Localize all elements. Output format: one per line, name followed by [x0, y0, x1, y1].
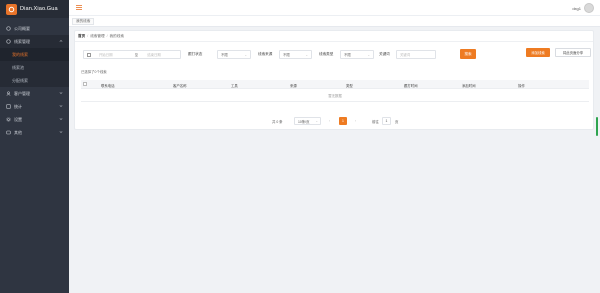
sidebar-item-customers[interactable]: 客户管理: [0, 87, 69, 100]
sidebar: Dian.Xiao.Gua 公司概要 线索管理 我的线索 线索池 分配线索 客户…: [0, 0, 69, 293]
top-header: dxg1: [69, 0, 600, 16]
scrollbar-thumb[interactable]: [596, 117, 598, 136]
page-size-value: 10条/页: [298, 119, 310, 124]
chevron-down-icon: ⌄: [315, 119, 318, 123]
chevron-up-icon: [59, 39, 63, 44]
follow-status-label: 跟打状态: [188, 52, 203, 56]
goto-page-suffix: 页: [395, 120, 399, 124]
chevron-down-icon: [59, 130, 63, 135]
date-range-separator: 至: [134, 53, 139, 57]
date-range-picker[interactable]: 开始日期 至 结束日期: [83, 50, 181, 59]
column-header[interactable]: 添加时间: [462, 83, 476, 88]
pagination-total: 共 0 条: [272, 120, 283, 124]
keyword-label: 关键词: [379, 52, 390, 56]
keyword-input[interactable]: 关键词: [396, 50, 436, 59]
lead-type-label: 线索类型: [319, 52, 334, 56]
chevron-down-icon: [59, 117, 63, 122]
content-card: 首页 / 线索管理 / 我的线索 开始日期 至 结束日期 跟打状态 不限 ⌄ 线…: [74, 30, 594, 130]
breadcrumb-home[interactable]: 首页: [78, 34, 85, 39]
search-button[interactable]: 搜索: [460, 49, 476, 59]
sidebar-item-lead-pool[interactable]: 线索池: [0, 61, 69, 74]
logo-text: Dian.Xiao.Gua: [20, 6, 58, 12]
chevron-down-icon: ⌄: [305, 53, 308, 57]
sidebar-item-label: 公司概要: [14, 25, 30, 31]
user-icon: [6, 91, 11, 96]
keyword-placeholder: 关键词: [400, 53, 411, 57]
sidebar-item-label: 统计: [14, 103, 22, 109]
sidebar-item-stats[interactable]: 统计: [0, 100, 69, 113]
goto-label: 前往: [372, 120, 379, 124]
table-empty-state: 暂无数据: [81, 89, 589, 102]
sidebar-item-my-leads[interactable]: 我的线索: [0, 48, 69, 61]
sidebar-item-label: 线索管理: [14, 38, 30, 44]
table-header: 联系电话 客户名称 工具 来源 类型 跟打时间 添加时间 操作: [81, 80, 589, 89]
sidebar-item-label: 设置: [14, 116, 22, 122]
logo-icon: [8, 6, 15, 12]
column-header[interactable]: 联系电话: [101, 83, 115, 88]
chevron-down-icon: ⌄: [244, 53, 247, 57]
lead-source-select[interactable]: 不限 ⌄: [279, 50, 312, 59]
column-header[interactable]: 类型: [346, 83, 353, 88]
share-page-button[interactable]: 将此页面分享: [555, 48, 591, 57]
add-lead-button[interactable]: 添加线索: [526, 48, 550, 57]
selected-count: 已选择了0个线索: [81, 70, 107, 74]
home-icon: [6, 26, 11, 31]
sidebar-item-label: 其他: [14, 129, 22, 135]
goto-page-input[interactable]: 1: [382, 117, 391, 125]
lead-source-value: 不限: [283, 53, 290, 57]
column-header[interactable]: 工具: [231, 83, 238, 88]
filter-row: 开始日期 至 结束日期 跟打状态 不限 ⌄ 线索来源 不限 ⌄ 线索类型 不限 …: [79, 49, 591, 59]
grid-icon: [6, 39, 11, 44]
next-page-button[interactable]: ›: [355, 119, 356, 123]
chevron-down-icon: [59, 104, 63, 109]
page-tabbar: 我的线索: [69, 16, 600, 27]
divider: [75, 41, 593, 42]
column-header[interactable]: 跟打时间: [404, 83, 418, 88]
column-header[interactable]: 来源: [290, 83, 297, 88]
breadcrumb-separator: /: [87, 34, 89, 38]
prev-page-button[interactable]: ‹: [329, 119, 330, 123]
user-name[interactable]: dxg1: [572, 6, 581, 11]
chevron-down-icon: ⌄: [367, 53, 370, 57]
lead-type-value: 不限: [344, 53, 351, 57]
breadcrumb-leads[interactable]: 线索管理: [90, 34, 104, 39]
gear-icon: [6, 117, 11, 122]
logo-badge: [6, 3, 17, 15]
column-header[interactable]: 操作: [518, 83, 525, 88]
sidebar-item-company[interactable]: 公司概要: [0, 22, 69, 35]
sidebar-item-label: 客户管理: [14, 90, 30, 96]
chevron-down-icon: [59, 91, 63, 96]
page-number-current[interactable]: 1: [339, 117, 347, 125]
select-all-checkbox[interactable]: [83, 82, 87, 86]
breadcrumb: 首页 / 线索管理 / 我的线索: [78, 34, 124, 39]
follow-status-select[interactable]: 不限 ⌄: [217, 50, 251, 59]
calendar-icon: [87, 52, 91, 57]
other-icon: [6, 130, 11, 135]
sidebar-item-leads[interactable]: 线索管理: [0, 35, 69, 48]
sidebar-item-other[interactable]: 其他: [0, 126, 69, 139]
column-header[interactable]: 客户名称: [173, 83, 187, 88]
menu-toggle-icon[interactable]: [76, 5, 82, 10]
lead-source-label: 线索来源: [258, 52, 273, 56]
pagination: 共 0 条 10条/页 ⌄ ‹ 1 › 前往 1 页: [75, 117, 595, 126]
follow-status-value: 不限: [221, 53, 228, 57]
sidebar-submenu-leads: 我的线索 线索池 分配线索: [0, 48, 69, 87]
sidebar-menu: 公司概要 线索管理 我的线索 线索池 分配线索 客户管理 统计 设置 其他: [0, 22, 69, 139]
sidebar-item-assign-leads[interactable]: 分配线索: [0, 74, 69, 87]
page-size-select[interactable]: 10条/页 ⌄: [294, 117, 321, 125]
avatar[interactable]: [584, 3, 594, 13]
lead-type-select[interactable]: 不限 ⌄: [340, 50, 374, 59]
breadcrumb-separator: /: [106, 34, 108, 38]
chart-icon: [6, 104, 11, 109]
breadcrumb-current: 我的线索: [109, 34, 124, 38]
tab-my-leads[interactable]: 我的线索: [72, 18, 95, 25]
start-date-placeholder: 开始日期: [98, 53, 113, 57]
end-date-placeholder: 结束日期: [147, 53, 161, 57]
logo[interactable]: Dian.Xiao.Gua: [0, 0, 69, 18]
sidebar-item-settings[interactable]: 设置: [0, 113, 69, 126]
